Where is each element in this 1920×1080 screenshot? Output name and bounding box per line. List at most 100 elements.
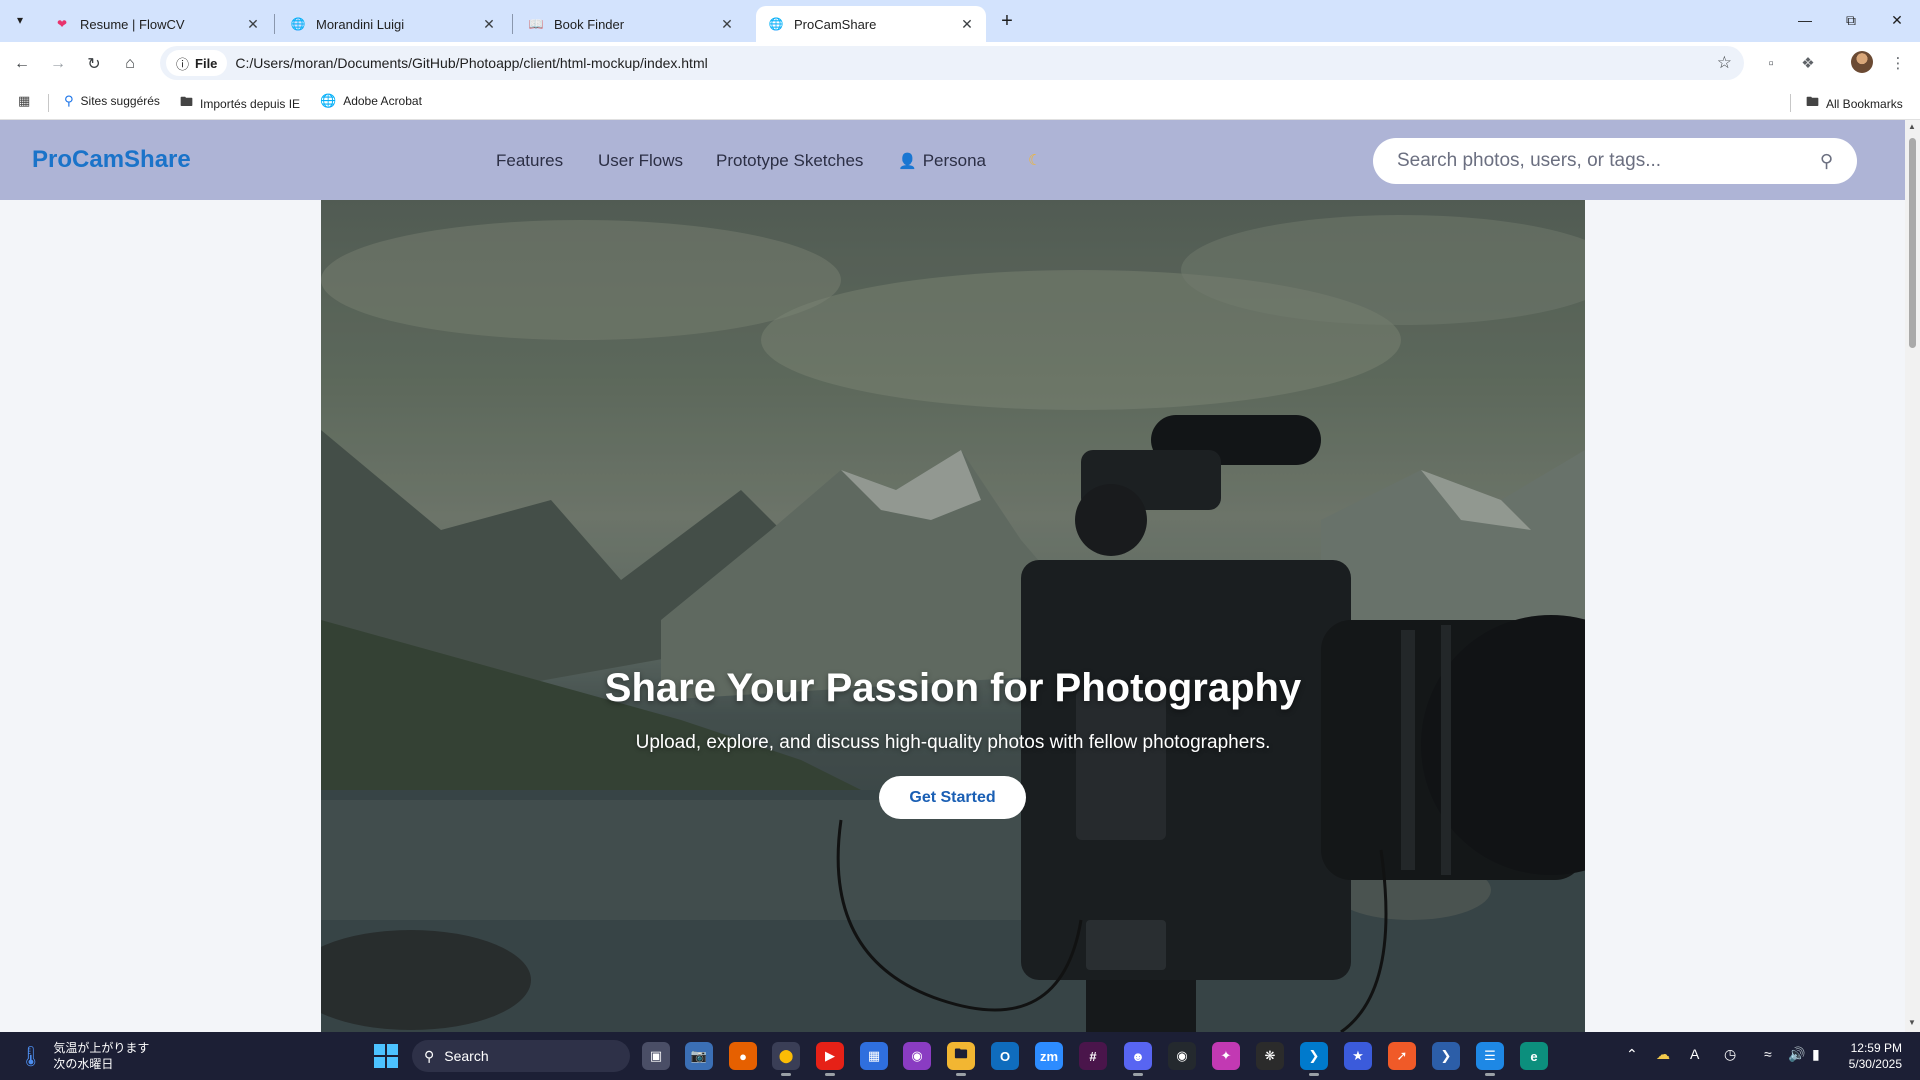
zoom-icon[interactable]: zm [1035, 1042, 1063, 1070]
close-tab-icon[interactable]: ✕ [480, 15, 498, 33]
bookmarks-divider [48, 94, 49, 112]
bookmark-sites-suggeres[interactable]: ⚲ Sites suggérés [64, 93, 160, 109]
taskbar-search-label: Search [444, 1048, 489, 1064]
dark-mode-moon-icon[interactable]: ☾ [1028, 151, 1041, 169]
scroll-thumb[interactable] [1909, 138, 1916, 348]
nav-features[interactable]: Features [496, 151, 563, 171]
scroll-up-arrow-icon[interactable]: ▲ [1908, 122, 1916, 131]
microsoft-store-icon[interactable]: ▦ [860, 1042, 888, 1070]
minimize-icon[interactable]: — [1782, 0, 1828, 40]
search-icon: ⚲ [424, 1047, 435, 1064]
tab-title: Resume | FlowCV [80, 16, 185, 32]
tab-divider [512, 14, 513, 34]
window-close-icon[interactable]: ✕ [1874, 0, 1920, 40]
weather-line1: 気温が上がります [53, 1041, 150, 1055]
bookmark-label: Adobe Acrobat [343, 94, 422, 108]
nav-label: Features [496, 151, 564, 170]
onedrive-icon[interactable]: ☁ [1656, 1046, 1670, 1063]
powershell-icon[interactable]: ❯ [1432, 1042, 1460, 1070]
folder-icon: 🖿 [1806, 94, 1820, 109]
new-tab-plus-icon[interactable]: + [994, 8, 1020, 34]
person-icon: 👤 [898, 153, 917, 170]
chatgpt-icon[interactable]: ❋ [1256, 1042, 1284, 1070]
tab-morandini-luigi[interactable]: 🌐 Morandini Luigi ✕ [278, 6, 508, 42]
nav-prototype-sketches[interactable]: Prototype Sketches [716, 151, 863, 171]
wifi-icon[interactable]: ≈ [1764, 1046, 1772, 1062]
clock-date: 5/30/2025 [1848, 1057, 1902, 1071]
tab-resume-flowcv[interactable]: ❤ Resume | FlowCV ✕ [42, 6, 272, 42]
scroll-down-arrow-icon[interactable]: ▼ [1908, 1018, 1916, 1027]
file-explorer-icon[interactable]: 🖿 [947, 1042, 975, 1076]
windows-start-icon[interactable] [374, 1044, 398, 1068]
edge-icon[interactable]: e [1520, 1042, 1548, 1070]
globe-icon: 🌐 [290, 17, 306, 31]
address-url[interactable]: C:/Users/moran/Documents/GitHub/Photoapp… [235, 55, 707, 71]
tab-title: ProCamShare [794, 16, 877, 32]
restore-icon[interactable]: ⧉ [1828, 0, 1874, 40]
apps-grid-icon[interactable]: ▦ [18, 93, 30, 109]
site-chip-label: File [195, 55, 218, 71]
bookmark-adobe-acrobat[interactable]: 🌐 Adobe Acrobat [320, 93, 422, 109]
close-tab-icon[interactable]: ✕ [718, 15, 736, 33]
chrome-icon[interactable]: ⬤ [772, 1042, 800, 1076]
tab-divider [274, 14, 275, 34]
search-icon[interactable]: ⚲ [1820, 151, 1833, 172]
address-bar[interactable]: ⓘ File C:/Users/moran/Documents/GitHub/P… [160, 46, 1744, 80]
show-hidden-icons-chevron-icon[interactable]: ⌃ [1626, 1046, 1638, 1063]
back-arrow-icon[interactable]: ← [8, 50, 36, 78]
vscode-icon[interactable]: ❯ [1300, 1042, 1328, 1076]
page-viewport: ProCamShare Features User Flows Prototyp… [0, 120, 1905, 1032]
info-icon: ⓘ [176, 56, 190, 72]
youtube-icon[interactable]: ▶ [816, 1042, 844, 1076]
system-clock[interactable]: 12:59 PM 5/30/2025 [1849, 1040, 1902, 1072]
home-icon[interactable]: ⌂ [116, 50, 144, 78]
bookmark-star-icon[interactable]: ☆ [1717, 53, 1732, 73]
taskbar-search[interactable]: ⚲ Search [412, 1040, 630, 1072]
github-icon[interactable]: ◉ [1168, 1042, 1196, 1070]
firefox-icon[interactable]: ● [729, 1042, 757, 1070]
postman-icon[interactable]: ➚ [1388, 1042, 1416, 1070]
get-started-button[interactable]: Get Started [879, 776, 1026, 819]
tab-title: Book Finder [554, 16, 625, 32]
page-scrollbar[interactable]: ▲ ▼ [1905, 120, 1920, 1032]
color-app-icon[interactable]: ◉ [903, 1042, 931, 1070]
reading-mode-icon[interactable]: ▫ [1759, 51, 1783, 75]
bookmark-importes-depuis-ie[interactable]: 🖿 Importés depuis IE [180, 93, 300, 115]
ime-icon[interactable]: A [1690, 1046, 1699, 1062]
close-tab-icon[interactable]: ✕ [958, 15, 976, 33]
nav-user-flows[interactable]: User Flows [598, 151, 683, 171]
brand-logo[interactable]: ProCamShare [32, 146, 191, 174]
app-icon[interactable]: ★ [1344, 1042, 1372, 1070]
search-input[interactable] [1397, 150, 1820, 172]
extensions-puzzle-icon[interactable]: ❖ [1796, 51, 1820, 75]
app-header: ProCamShare Features User Flows Prototyp… [0, 120, 1905, 200]
weather-widget[interactable]: 🌡 気温が上がります 次の水曜日 [18, 1040, 149, 1072]
volume-icon[interactable]: 🔊 [1788, 1046, 1805, 1063]
slack-icon[interactable]: # [1079, 1042, 1107, 1070]
all-bookmarks[interactable]: 🖿 All Bookmarks [1806, 93, 1903, 115]
tab-book-finder[interactable]: 📖 Book Finder ✕ [516, 6, 746, 42]
task-view-icon[interactable]: ▣ [642, 1042, 670, 1070]
browser-toolbar: ← → ↻ ⌂ ⓘ File C:/Users/moran/Documents/… [0, 42, 1920, 84]
tab-procamshare[interactable]: 🌐 ProCamShare ✕ [756, 6, 986, 42]
discord-icon[interactable]: ☻ [1124, 1042, 1152, 1076]
hero-title: Share Your Passion for Photography [604, 666, 1302, 710]
copilot-icon[interactable]: ✦ [1212, 1042, 1240, 1070]
battery-icon[interactable]: ▮ [1812, 1046, 1820, 1063]
camera-app-icon[interactable]: 📷 [685, 1042, 713, 1070]
notepad-icon[interactable]: ☰ [1476, 1042, 1504, 1076]
reload-icon[interactable]: ↻ [80, 50, 108, 78]
bookmarks-bar: ▦ ⚲ Sites suggérés 🖿 Importés depuis IE … [0, 84, 1920, 120]
clock-icon[interactable]: ◷ [1724, 1046, 1736, 1063]
nav-persona[interactable]: 👤 Persona [898, 151, 986, 171]
browser-tab-strip: ▾ ❤ Resume | FlowCV ✕ 🌐 Morandini Luigi … [0, 0, 1920, 42]
tab-search-chevron-icon[interactable]: ▾ [8, 8, 32, 32]
close-tab-icon[interactable]: ✕ [244, 15, 262, 33]
outlook-icon[interactable]: O [991, 1042, 1019, 1070]
globe-icon: 🌐 [768, 17, 784, 31]
profile-avatar[interactable] [1851, 51, 1873, 73]
forward-arrow-icon[interactable]: → [44, 50, 72, 78]
browser-menu-icon[interactable]: ⋮ [1886, 51, 1910, 75]
site-info-chip[interactable]: ⓘ File [166, 50, 228, 76]
folder-icon: 🖿 [180, 94, 194, 109]
